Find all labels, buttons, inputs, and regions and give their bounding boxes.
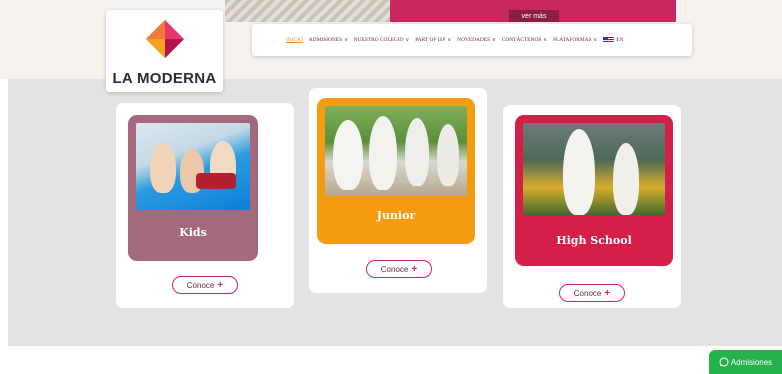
nav-label: INICIO [286,37,303,43]
nav-item-plataformas[interactable]: PLATAFORMAS ∨ [553,37,597,43]
level-card-junior: Junior Conoce + [309,88,487,293]
main-nav: INICIO ADMISIONES ∨ NUESTRO COLEGIO ∨ PART… [252,24,692,56]
chevron-down-icon: ∨ [447,38,452,43]
whatsapp-label: Admisiones [730,357,773,367]
language-switch[interactable]: EN [603,37,623,43]
level-card-high-school: High School Conoce + [503,105,681,308]
nav-label: PART OF ISP [415,37,446,43]
nav-item-novedades[interactable]: NOVEDADES ∨ [457,37,496,43]
level-label-high-school: High School [556,234,632,247]
chevron-down-icon: ∨ [593,38,598,43]
brand-name: LA MODERNA [112,70,217,87]
logo-diamond-icon [146,20,184,58]
plus-icon: + [217,279,224,291]
ver-mas-button[interactable]: ver más [509,10,559,22]
level-card-kids: Kids Conoce + [116,103,294,308]
chevron-down-icon: ∨ [344,38,348,43]
child-figure [437,124,459,186]
nav-label: ADMISIONES [308,37,343,43]
us-flag-icon [603,37,615,43]
child-figure [369,116,397,190]
student-figure [563,129,595,215]
nav-item-contactenos[interactable]: CONTÁCTENOS ∨ [502,37,547,43]
language-label: EN [616,37,624,43]
level-label-kids: Kids [179,226,207,239]
button-label: Conoce [380,264,409,274]
button-label: Conoce [573,288,602,298]
hero-image-strip [225,0,390,22]
nav-label: NOVEDADES [457,37,491,43]
chevron-down-icon: ∨ [405,38,410,43]
level-label-junior: Junior [376,209,416,222]
nav-label: PLATAFORMAS [553,37,592,43]
level-panel-junior[interactable]: Junior [317,98,475,244]
level-panel-high-school[interactable]: High School [515,115,673,266]
plus-icon: + [411,263,418,275]
junior-photo [325,106,467,196]
nav-label: NUESTRO COLEGIO [353,37,404,43]
nav-label: CONTÁCTENOS [501,37,542,43]
chevron-down-icon: ∨ [543,38,548,43]
chevron-down-icon: ∨ [492,38,496,43]
level-panel-kids[interactable]: Kids [128,115,258,261]
nav-item-admisiones[interactable]: ADMISIONES ∨ [309,37,348,43]
nav-item-part-of-isp[interactable]: PART OF ISP ∨ [415,37,451,43]
student-figure [613,143,639,215]
conoce-button-high-school[interactable]: Conoce + [559,284,625,302]
nav-item-inicio[interactable]: INICIO [286,37,303,43]
child-figure [333,120,363,190]
whatsapp-admisiones-button[interactable]: Admisiones [709,350,782,374]
whatsapp-icon [719,357,729,367]
conoce-button-junior[interactable]: Conoce + [366,260,432,278]
toy-basket [196,173,236,189]
child-figure [150,143,176,193]
kids-photo [136,123,250,210]
child-figure [405,118,429,186]
logo[interactable]: LA MODERNA [106,10,223,92]
plus-icon: + [604,287,611,299]
button-label: Conoce [186,280,215,290]
conoce-button-kids[interactable]: Conoce + [172,276,238,294]
high-school-photo [523,123,665,215]
nav-item-nuestro-colegio[interactable]: NUESTRO COLEGIO ∨ [354,37,410,43]
